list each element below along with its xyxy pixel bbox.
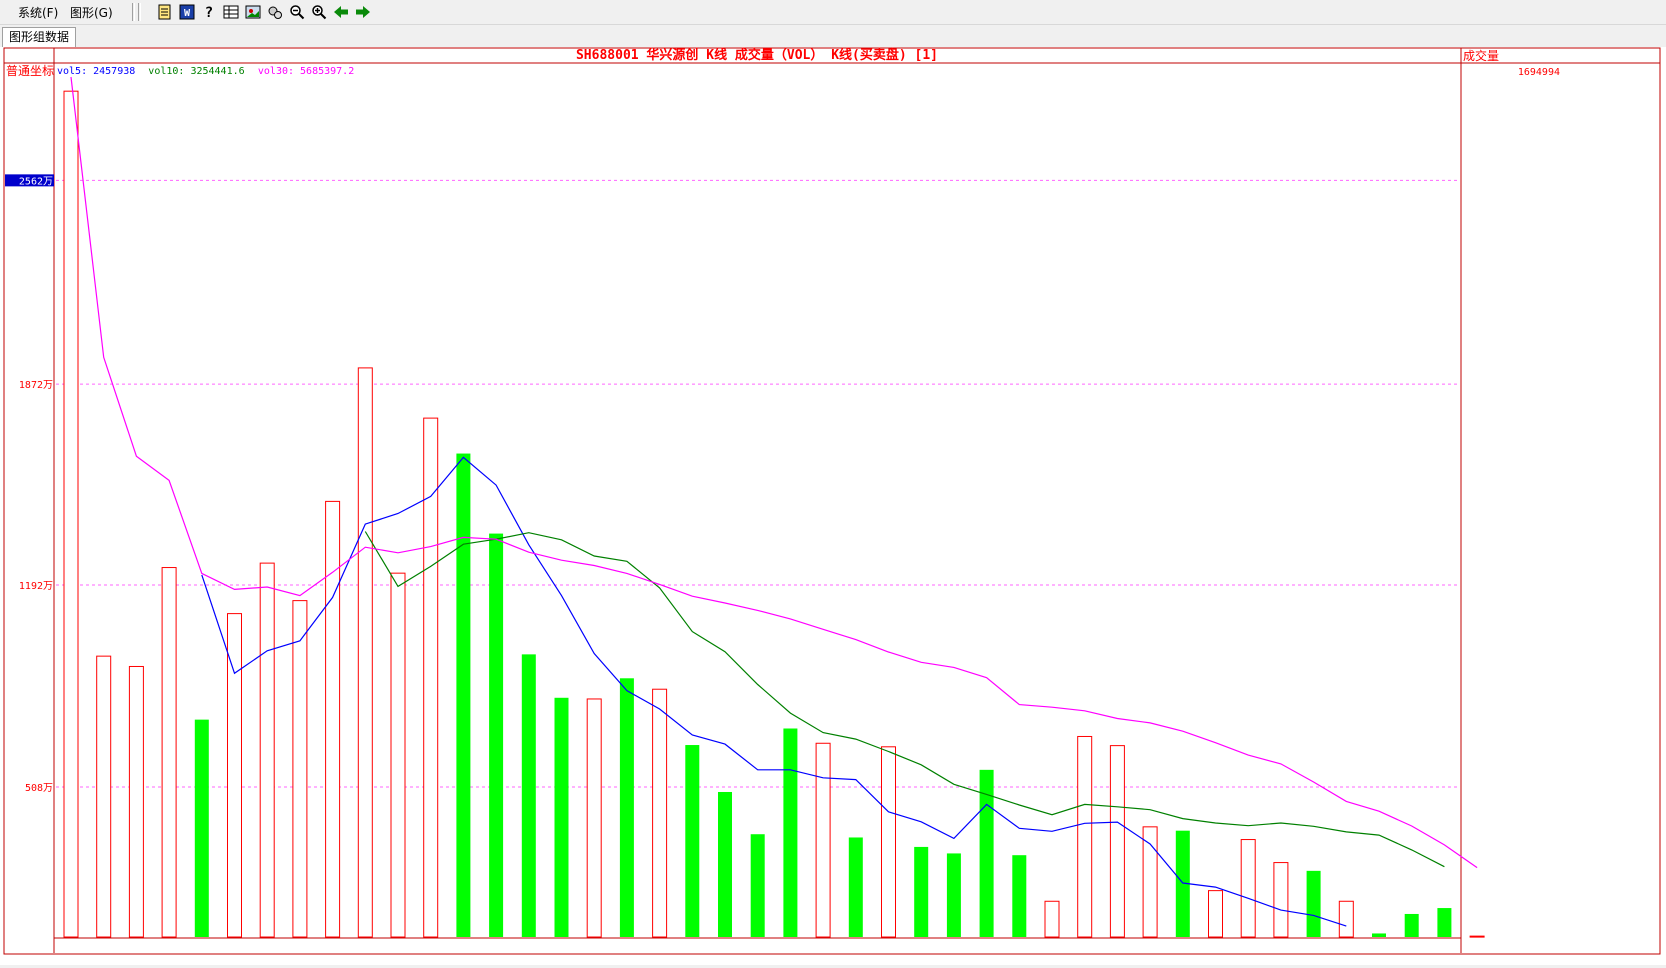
tab-strip: 图形组数据: [0, 25, 1666, 47]
help-icon[interactable]: ?: [200, 3, 218, 21]
volume-bar: [914, 846, 929, 937]
volume-bar: [161, 567, 177, 938]
volume-bar: [1273, 862, 1289, 938]
toolbar-separator: [138, 3, 141, 21]
zoom-in-icon[interactable]: [310, 3, 328, 21]
volume-bar: [718, 791, 732, 937]
volume-bar: [586, 698, 602, 938]
y-tick-label: 508万: [25, 783, 53, 794]
volume-bar: [1208, 890, 1223, 938]
volume-bar: [1012, 855, 1027, 937]
volume-bar: [194, 719, 209, 937]
coord-mode-label: 普通坐标: [6, 64, 54, 78]
y-tick-label: 1872万: [19, 380, 53, 391]
svg-text:W: W: [184, 8, 191, 19]
table-icon[interactable]: [222, 3, 240, 21]
outer-frame: [3, 47, 1661, 955]
menu-system[interactable]: 系统(F): [18, 4, 58, 21]
volume-bar: [750, 834, 765, 937]
volume-bar: [783, 728, 798, 937]
menu-graphics[interactable]: 图形(G): [70, 4, 113, 21]
y-tick-label: 2562万: [19, 176, 53, 187]
right-panel-label: 成交量: [1463, 48, 1499, 63]
volume-bar: [881, 746, 896, 938]
document-icon[interactable]: [156, 3, 174, 21]
volume-bar: [521, 654, 536, 937]
volume-bar: [848, 837, 863, 937]
volume-bar: [357, 367, 373, 938]
volume-bar: [390, 572, 406, 938]
volume-bar: [128, 665, 144, 938]
image-icon[interactable]: [244, 3, 262, 21]
toolbar-separator: [132, 3, 135, 21]
volume-bar: [1338, 900, 1354, 938]
volume-bar: [1404, 913, 1419, 937]
zoom-out-icon[interactable]: [288, 3, 306, 21]
settings-icon[interactable]: [266, 3, 284, 21]
volume-bar: [1077, 735, 1093, 938]
volume-bar: [619, 678, 634, 937]
volume-bar: [96, 655, 112, 938]
back-arrow-icon[interactable]: [332, 3, 350, 21]
volume-bar: [63, 90, 79, 938]
volume-bar: [1469, 935, 1485, 938]
volume-bar: [815, 742, 831, 938]
volume-bar: [1372, 933, 1386, 937]
volume-bar: [227, 613, 242, 938]
chart-title: SH688001 华兴源创 K线 成交量（VOL） K线(买卖盘) [1]: [576, 47, 938, 63]
menubar: 系统(F) 图形(G) W ?: [0, 0, 1666, 25]
volume-bar: [946, 853, 961, 937]
volume-bar: [1306, 870, 1321, 937]
chart-area: SH688001 华兴源创 K线 成交量（VOL） K线(买卖盘) [1] 普通…: [0, 47, 1666, 965]
volume-bar: [652, 688, 668, 938]
volume-bar: [554, 697, 569, 937]
y-tick-label: 1192万: [19, 581, 53, 592]
tab-chart-data[interactable]: 图形组数据: [2, 27, 77, 47]
volume-bar: [456, 453, 471, 937]
volume-bar: [292, 600, 308, 938]
volume-bar: [1437, 908, 1452, 937]
volume-bar: [1109, 745, 1125, 938]
volume-bar: [259, 562, 275, 938]
word-icon[interactable]: W: [178, 3, 196, 21]
legend-vol10: vol10: 3254441.6: [148, 66, 244, 77]
volume-bar: [1044, 900, 1060, 938]
volume-chart: SH688001 华兴源创 K线 成交量（VOL） K线(买卖盘) [1] 普通…: [3, 47, 1661, 955]
legend-vol5: vol5: 2457938: [57, 66, 135, 77]
volume-bar: [325, 500, 341, 938]
volume-bar: [1240, 839, 1256, 938]
svg-text:?: ?: [205, 5, 213, 20]
volume-bar: [489, 533, 504, 937]
forward-arrow-icon[interactable]: [354, 3, 372, 21]
legend-vol30: vol30: 5685397.2: [258, 66, 354, 77]
volume-bar: [685, 745, 700, 937]
right-panel-value: 1694994: [1518, 67, 1560, 78]
